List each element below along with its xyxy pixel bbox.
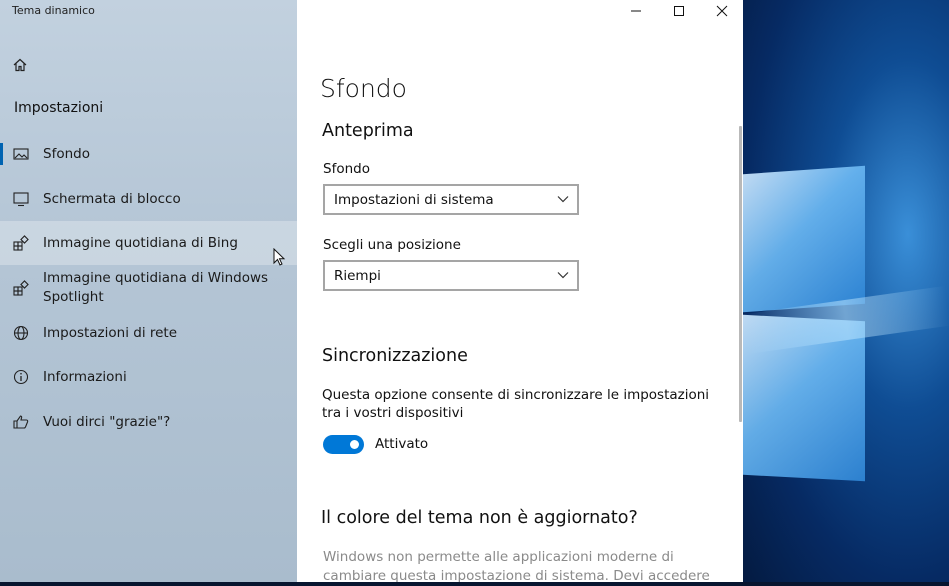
app-grid-icon [13, 280, 29, 296]
sidebar-item-bing[interactable]: Immagine quotidiana di Bing [0, 221, 297, 265]
sidebar-item-label: Vuoi dirci "grazie"? [43, 413, 171, 430]
sidebar-item-label: Sfondo [43, 145, 90, 162]
globe-icon [13, 325, 29, 341]
chevron-down-icon [557, 196, 569, 203]
home-icon[interactable] [11, 56, 29, 74]
sidebar-item-impostazioni-di-rete[interactable]: Impostazioni di rete [0, 311, 297, 355]
navigation-pane: Tema dinamico Impostazioni Sfondo Scherm… [0, 0, 297, 582]
sidebar-item-feedback[interactable]: Vuoi dirci "grazie"? [0, 400, 297, 444]
theme-heading: Il colore del tema non è aggiornato? [321, 508, 638, 528]
app-grid-icon [13, 235, 29, 251]
theme-description: Windows non permette alle applicazioni m… [323, 549, 710, 582]
position-dropdown-value: Riempi [334, 267, 381, 284]
background-dropdown[interactable]: Impostazioni di sistema [323, 184, 579, 215]
scrollbar[interactable] [739, 126, 742, 422]
mouse-cursor-icon [273, 248, 286, 266]
page-title: Sfondo [320, 74, 407, 103]
section-title: Impostazioni [14, 100, 104, 116]
settings-window: Tema dinamico Impostazioni Sfondo Scherm… [0, 0, 743, 582]
sidebar-item-label: Immagine quotidiana di Windows Spotlight [43, 270, 269, 305]
sync-description: Questa opzione consente di sincronizzare… [322, 387, 710, 421]
window-controls [614, 0, 743, 22]
close-icon [716, 5, 727, 17]
close-button[interactable] [700, 0, 743, 22]
sidebar-item-informazioni[interactable]: Informazioni [0, 355, 297, 399]
monitor-icon [13, 192, 29, 207]
sidebar-item-spotlight[interactable]: Immagine quotidiana di Windows Spotlight [0, 266, 297, 310]
app-title: Tema dinamico [12, 4, 95, 17]
chevron-down-icon [557, 272, 569, 279]
sidebar-item-label: Impostazioni di rete [43, 324, 178, 341]
sync-toggle-label: Attivato [375, 436, 429, 452]
minimize-button[interactable] [614, 0, 657, 22]
position-dropdown[interactable]: Riempi [323, 260, 579, 291]
thumbs-up-icon [13, 415, 29, 429]
maximize-icon [673, 6, 684, 16]
sidebar-item-schermata-di-blocco[interactable]: Schermata di blocco [0, 177, 297, 221]
taskbar-edge [0, 582, 949, 586]
sidebar-item-sfondo[interactable]: Sfondo [0, 132, 297, 176]
maximize-button[interactable] [657, 0, 700, 22]
sidebar-item-label: Immagine quotidiana di Bing [43, 234, 238, 251]
background-dropdown-value: Impostazioni di sistema [334, 191, 494, 208]
background-label: Sfondo [323, 161, 370, 177]
position-label: Scegli una posizione [323, 237, 461, 253]
sync-heading: Sincronizzazione [322, 346, 468, 366]
content-pane: Sfondo Anteprima Sfondo Impostazioni di … [297, 0, 743, 582]
desktop-wallpaper [743, 0, 949, 586]
info-icon [13, 369, 29, 385]
image-icon [13, 148, 29, 160]
minimize-icon [630, 10, 641, 12]
sidebar-item-label: Informazioni [43, 368, 127, 385]
sync-toggle[interactable] [323, 435, 364, 454]
preview-heading: Anteprima [322, 121, 414, 141]
sidebar-item-label: Schermata di blocco [43, 190, 181, 207]
